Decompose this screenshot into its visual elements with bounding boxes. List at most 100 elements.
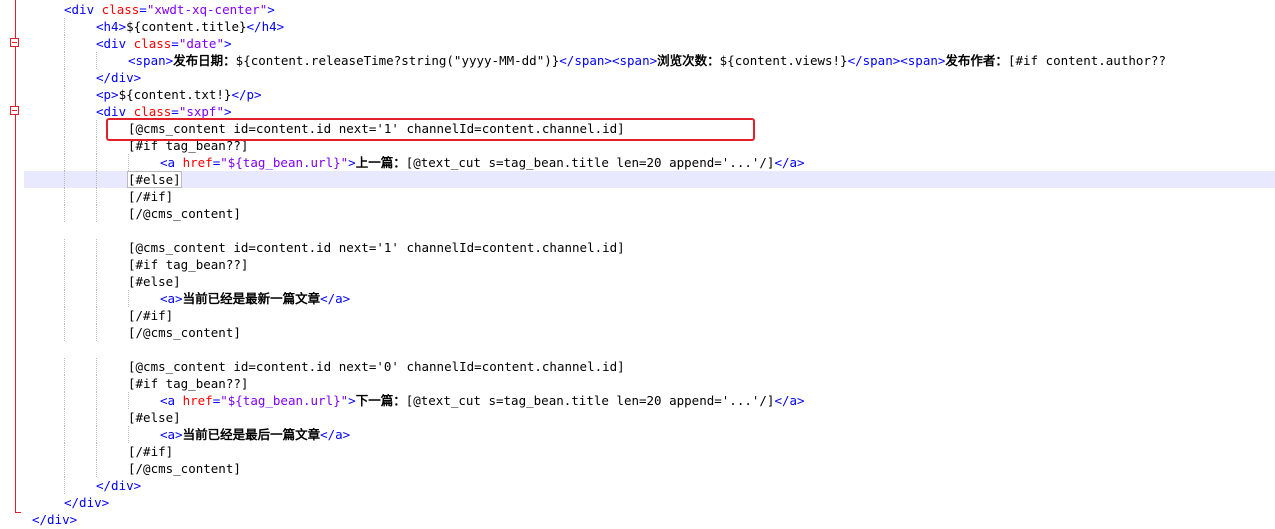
indent-guide	[64, 426, 65, 443]
code-line[interactable]: [#else]	[24, 409, 1275, 426]
code-line[interactable]: </div>	[24, 477, 1275, 494]
indent-guide	[64, 86, 65, 103]
code-line[interactable]: [/@cms_content]	[24, 460, 1275, 477]
code-token-tag: </a>	[774, 155, 805, 170]
indent-guide	[96, 137, 97, 154]
code-line[interactable]: [#if tag_bean??]	[24, 137, 1275, 154]
indent-guide	[64, 239, 65, 256]
code-line[interactable]: [#if tag_bean??]	[24, 375, 1275, 392]
code-token-tag: </a>	[320, 427, 351, 442]
code-line-content: <div class="date">	[96, 35, 232, 52]
code-editor[interactable]: <div class="xwdt-xq-center"> <h4>${conten…	[0, 0, 1275, 529]
code-line[interactable]	[24, 341, 1275, 358]
code-token-text: [#if tag_bean??]	[128, 257, 249, 272]
code-line[interactable]: <a href="${tag_bean.url}">下一篇：[@text_cut…	[24, 392, 1275, 409]
code-line[interactable]: <a>当前已经是最新一篇文章</a>	[24, 290, 1275, 307]
code-token-text: [#if content.author??	[1007, 53, 1166, 68]
indent-guide	[96, 273, 97, 290]
code-line[interactable]: <a>当前已经是最后一篇文章</a>	[24, 426, 1275, 443]
code-token-text: [/@cms_content]	[128, 206, 241, 221]
code-token-cn: 下一篇：	[355, 393, 406, 408]
code-line[interactable]: [/#if]	[24, 443, 1275, 460]
code-line-content: <div class="xwdt-xq-center">	[64, 1, 275, 18]
code-token-text: [@cms_content id=content.id next='1' cha…	[128, 240, 625, 255]
code-line-content: [#else]	[128, 409, 181, 426]
indent-guide	[96, 358, 97, 375]
code-token-tag: =	[171, 104, 179, 119]
code-line[interactable]: </div>	[24, 511, 1275, 528]
code-line[interactable]: [#else]	[24, 273, 1275, 290]
code-line[interactable]: [/#if]	[24, 188, 1275, 205]
code-token-text: [/#if]	[128, 189, 174, 204]
code-line-content: [/#if]	[128, 188, 173, 205]
code-line[interactable]: [#if tag_bean??]	[24, 256, 1275, 273]
code-line[interactable]: [@cms_content id=content.id next='1' cha…	[24, 239, 1275, 256]
code-token-text: [/#if]	[128, 444, 174, 459]
code-line[interactable]: <a href="${tag_bean.url}">上一篇：[@text_cut…	[24, 154, 1275, 171]
indent-guide	[64, 290, 65, 307]
indent-guide	[64, 52, 65, 69]
indent-guide	[128, 290, 129, 307]
code-token-cn: 上一篇：	[355, 155, 406, 170]
code-line[interactable]: </div>	[24, 494, 1275, 511]
code-token-str: "${tag_bean.url}"	[220, 393, 349, 408]
code-line[interactable]	[24, 222, 1275, 239]
code-line-content: [#else]	[128, 273, 181, 290]
code-token-tag: <a	[160, 393, 183, 408]
indent-guide	[64, 358, 65, 375]
code-line-content: [#if tag_bean??]	[128, 137, 248, 154]
indent-guide	[64, 477, 65, 494]
code-token-cn: 发布作者：	[945, 53, 1008, 68]
code-line-content: [/@cms_content]	[128, 205, 241, 222]
code-line-content: </div>	[96, 69, 141, 86]
code-line[interactable]: <div class="xwdt-xq-center">	[24, 1, 1275, 18]
indent-guide	[96, 426, 97, 443]
code-line-content: [/#if]	[128, 443, 173, 460]
code-line-content: [@cms_content id=content.id next='1' cha…	[128, 120, 625, 137]
code-token-text: [@text_cut s=tag_bean.title len=20 appen…	[405, 393, 775, 408]
code-token-cn: 当前已经是最新一篇文章	[182, 291, 321, 306]
indent-guide	[96, 52, 97, 69]
code-token-text: ${content.title}	[126, 19, 247, 34]
code-line-content: <p>${content.txt!}</p>	[96, 86, 262, 103]
indent-guide	[96, 205, 97, 222]
code-line[interactable]: <div class="date">	[24, 35, 1275, 52]
code-token-tag: >	[223, 104, 232, 119]
code-line[interactable]: <h4>${content.title}</h4>	[24, 18, 1275, 35]
code-line[interactable]: [#else]	[24, 171, 1275, 188]
code-line-content: <a>当前已经是最后一篇文章</a>	[160, 426, 350, 443]
indent-guide	[64, 103, 65, 120]
code-token-attr: href	[182, 393, 213, 408]
code-token-tag: >	[267, 2, 275, 17]
indent-guide	[64, 307, 65, 324]
fold-toggle-icon[interactable]	[10, 38, 19, 47]
code-token-text: [/@cms_content]	[128, 325, 241, 340]
code-line[interactable]: [/#if]	[24, 307, 1275, 324]
code-line-content: [#else]	[127, 171, 182, 188]
code-line[interactable]: [/@cms_content]	[24, 205, 1275, 222]
code-token-tag: </div>	[32, 512, 78, 527]
code-token-attr: class	[101, 2, 140, 17]
code-line-content: </div>	[32, 511, 77, 528]
indent-guide	[64, 69, 65, 86]
code-line[interactable]: <div class="sxpf">	[24, 103, 1275, 120]
code-token-text: ${content.releaseTime?string("yyyy-MM-dd…	[235, 53, 560, 68]
code-line[interactable]: <p>${content.txt!}</p>	[24, 86, 1275, 103]
code-token-tag: </a>	[774, 393, 805, 408]
indent-guide	[64, 120, 65, 137]
code-token-tag: =	[139, 2, 147, 17]
code-token-tag: <div	[96, 104, 134, 119]
code-line[interactable]: </div>	[24, 69, 1275, 86]
code-line[interactable]: <span>发布日期：${content.releaseTime?string(…	[24, 52, 1275, 69]
code-lines[interactable]: <div class="xwdt-xq-center"> <h4>${conten…	[24, 0, 1275, 529]
indent-guide	[96, 460, 97, 477]
code-line[interactable]: [@cms_content id=content.id next='1' cha…	[24, 120, 1275, 137]
indent-guide	[128, 154, 129, 171]
code-line[interactable]: [@cms_content id=content.id next='0' cha…	[24, 358, 1275, 375]
fold-toggle-icon[interactable]	[10, 106, 19, 115]
indent-guide	[96, 443, 97, 460]
indent-guide	[64, 392, 65, 409]
indent-guide	[64, 460, 65, 477]
fold-end-marker	[15, 507, 21, 513]
code-line[interactable]: [/@cms_content]	[24, 324, 1275, 341]
